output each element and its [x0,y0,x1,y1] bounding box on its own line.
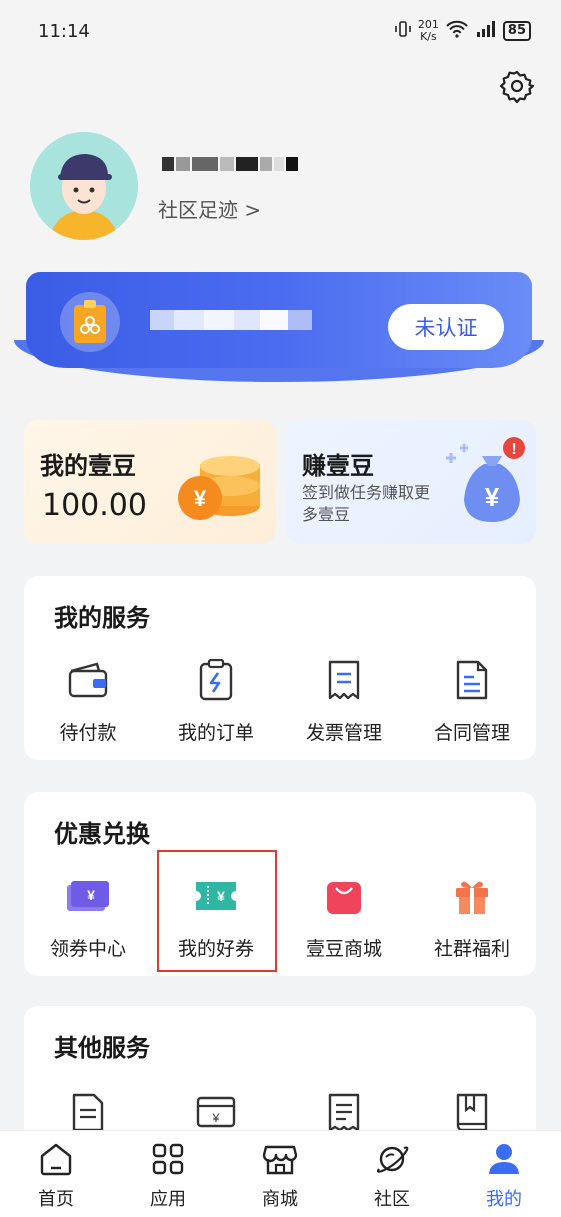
service-label: 合同管理 [433,722,510,744]
service-my-orders[interactable]: 我的订单 [152,656,280,745]
status-time: 11:14 [38,20,90,42]
status-bar: 11:14 201 K/s 85 [0,0,561,62]
profile-icon [486,1141,522,1181]
net-speed: 201 K/s [418,19,439,43]
my-beans-value: 100.00 [42,488,147,523]
battery-indicator: 85 [502,21,531,41]
username-redacted [162,150,312,178]
discount-community-benefits[interactable]: 社群福利 [408,872,536,961]
highlight-box [157,850,277,972]
service-invoice-management[interactable]: 发票管理 [280,656,408,745]
tab-label: 首页 [38,1189,74,1210]
money-bag-icon: ¥ ! [436,434,532,534]
settings-button[interactable] [497,68,537,108]
gear-icon [499,68,535,108]
my-services-section: 我的服务 待付款 我的订单 发票管理 合同管理 [24,576,536,760]
service-label: 我的订单 [177,722,254,744]
signal-icon [475,20,497,42]
my-beans-title: 我的壹豆 [40,452,136,480]
banner-name-redacted [150,310,330,330]
other-services-title: 其他服务 [54,1034,150,1062]
service-contract-management[interactable]: 合同管理 [408,656,536,745]
coupon-center-icon: ¥ [64,872,112,920]
discount-label: 领券中心 [49,938,126,960]
discount-coupon-center[interactable]: ¥ 领券中心 [24,872,152,961]
svg-text:!: ! [511,441,516,458]
contract-icon [448,656,496,704]
svg-text:¥: ¥ [194,486,207,511]
coins-icon: ¥ [174,440,264,530]
book-icon [448,1088,496,1136]
svg-text:¥: ¥ [485,482,500,512]
discount-exchange-title: 优惠兑换 [54,820,150,848]
community-footprint-link[interactable]: 社区足迹 > [158,194,261,223]
gift-icon [448,872,496,920]
apps-grid-icon [150,1141,186,1181]
other-service-receipt[interactable] [280,1088,408,1136]
receipt-icon [320,1088,368,1136]
discount-bean-mall[interactable]: 壹豆商城 [280,872,408,961]
service-label: 待付款 [59,722,117,744]
tab-label: 社区 [374,1189,410,1210]
service-pending-payment[interactable]: 待付款 [24,656,152,745]
earn-beans-title: 赚壹豆 [302,452,374,480]
tab-label: 商城 [262,1189,298,1210]
discount-label: 社群福利 [433,938,510,960]
svg-text:¥: ¥ [212,1111,220,1125]
tab-label: 应用 [150,1189,186,1210]
other-service-book[interactable] [408,1088,536,1136]
payment-card-icon: ¥ [192,1088,240,1136]
my-beans-card[interactable]: ¥ [24,420,276,544]
vibrate-icon [394,20,412,42]
discount-label: 壹豆商城 [305,938,382,960]
invoice-icon [320,656,368,704]
wallet-icon [64,656,112,704]
tab-apps[interactable]: 应用 [112,1141,224,1211]
tab-mine[interactable]: 我的 [448,1141,560,1211]
planet-icon [374,1141,410,1181]
tab-community[interactable]: 社区 [336,1141,448,1211]
service-label: 发票管理 [305,722,382,744]
my-services-title: 我的服务 [54,604,150,632]
bottom-tab-bar: 首页 应用 商城 社区 我的 [0,1130,561,1217]
earn-beans-desc: 签到做任务赚取更多壹豆 [302,483,431,524]
tab-mall[interactable]: 商城 [224,1141,336,1211]
shopping-bag-icon [320,872,368,920]
other-service-card[interactable]: ¥ [152,1088,280,1136]
status-icons: 201 K/s 85 [394,19,531,43]
store-icon [262,1141,298,1181]
id-badge-icon [60,292,120,352]
net-speed-unit: K/s [420,30,437,43]
home-icon [38,1141,74,1181]
avatar[interactable] [30,132,138,240]
order-clipboard-icon [192,656,240,704]
verify-button[interactable]: 未认证 [388,304,504,350]
svg-text:¥: ¥ [87,887,95,903]
wifi-icon [445,20,469,42]
tab-label: 我的 [486,1189,522,1210]
other-service-doc[interactable] [24,1088,152,1136]
tab-home[interactable]: 首页 [0,1141,112,1211]
document-icon [64,1088,112,1136]
discount-exchange-section: 优惠兑换 ¥ 领券中心 ¥ 我的好券 壹豆商城 社群福利 [24,792,536,976]
